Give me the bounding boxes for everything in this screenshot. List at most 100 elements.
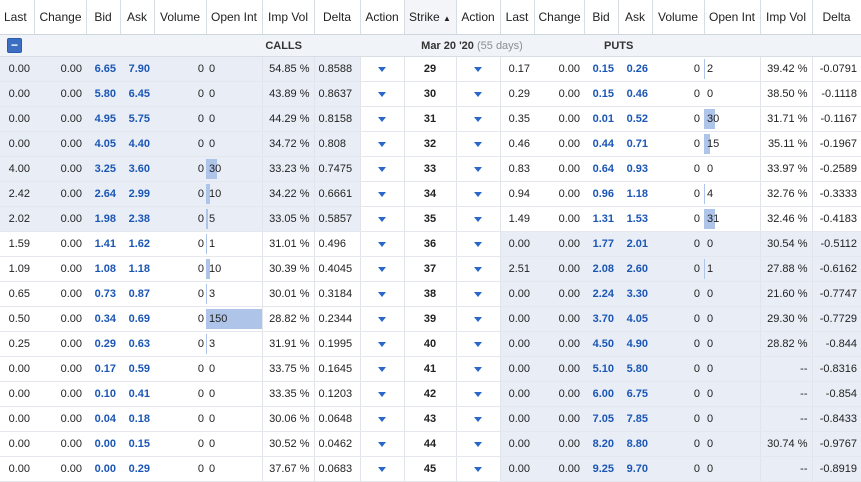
call-ask[interactable]: 0.41 <box>120 382 154 407</box>
put-ask[interactable]: 0.26 <box>618 57 652 82</box>
col-header-call-bid[interactable]: Bid <box>86 0 120 35</box>
caret-down-icon[interactable] <box>378 342 386 347</box>
call-ask[interactable]: 0.29 <box>120 457 154 482</box>
caret-down-icon[interactable] <box>474 192 482 197</box>
caret-down-icon[interactable] <box>474 367 482 372</box>
call-bid[interactable]: 3.25 <box>86 157 120 182</box>
call-bid[interactable]: 1.08 <box>86 257 120 282</box>
put-bid[interactable]: 3.70 <box>584 307 618 332</box>
put-action-menu[interactable] <box>456 432 500 457</box>
put-ask[interactable]: 4.05 <box>618 307 652 332</box>
call-bid[interactable]: 4.05 <box>86 132 120 157</box>
call-bid[interactable]: 2.64 <box>86 182 120 207</box>
call-ask[interactable]: 0.15 <box>120 432 154 457</box>
caret-down-icon[interactable] <box>378 467 386 472</box>
caret-down-icon[interactable] <box>474 417 482 422</box>
caret-down-icon[interactable] <box>378 167 386 172</box>
call-bid[interactable]: 1.98 <box>86 207 120 232</box>
put-action-menu[interactable] <box>456 82 500 107</box>
call-ask[interactable]: 2.99 <box>120 182 154 207</box>
call-action-menu[interactable] <box>360 307 404 332</box>
caret-down-icon[interactable] <box>474 392 482 397</box>
call-action-menu[interactable] <box>360 132 404 157</box>
call-action-menu[interactable] <box>360 207 404 232</box>
call-ask[interactable]: 0.69 <box>120 307 154 332</box>
caret-down-icon[interactable] <box>474 167 482 172</box>
col-header-call-action[interactable]: Action <box>360 0 404 35</box>
call-bid[interactable]: 0.00 <box>86 432 120 457</box>
put-action-menu[interactable] <box>456 57 500 82</box>
col-header-call-last[interactable]: Last <box>0 0 34 35</box>
put-ask[interactable]: 1.18 <box>618 182 652 207</box>
call-ask[interactable]: 1.62 <box>120 232 154 257</box>
put-bid[interactable]: 9.25 <box>584 457 618 482</box>
caret-down-icon[interactable] <box>378 292 386 297</box>
caret-down-icon[interactable] <box>474 292 482 297</box>
put-action-menu[interactable] <box>456 282 500 307</box>
col-header-put-open-int[interactable]: Open Int <box>704 0 760 35</box>
call-ask[interactable]: 6.45 <box>120 82 154 107</box>
call-action-menu[interactable] <box>360 157 404 182</box>
call-action-menu[interactable] <box>360 332 404 357</box>
col-header-put-delta[interactable]: Delta <box>812 0 861 35</box>
call-bid[interactable]: 1.41 <box>86 232 120 257</box>
col-header-put-volume[interactable]: Volume <box>652 0 704 35</box>
caret-down-icon[interactable] <box>378 392 386 397</box>
put-bid[interactable]: 8.20 <box>584 432 618 457</box>
put-bid[interactable]: 5.10 <box>584 357 618 382</box>
put-action-menu[interactable] <box>456 307 500 332</box>
caret-down-icon[interactable] <box>378 67 386 72</box>
caret-down-icon[interactable] <box>474 217 482 222</box>
put-action-menu[interactable] <box>456 407 500 432</box>
call-ask[interactable]: 4.40 <box>120 132 154 157</box>
col-header-put-last[interactable]: Last <box>500 0 534 35</box>
put-action-menu[interactable] <box>456 332 500 357</box>
call-action-menu[interactable] <box>360 382 404 407</box>
put-ask[interactable]: 4.90 <box>618 332 652 357</box>
col-header-put-ask[interactable]: Ask <box>618 0 652 35</box>
call-bid[interactable]: 0.04 <box>86 407 120 432</box>
put-ask[interactable]: 3.30 <box>618 282 652 307</box>
call-action-menu[interactable] <box>360 457 404 482</box>
caret-down-icon[interactable] <box>378 117 386 122</box>
col-header-call-delta[interactable]: Delta <box>314 0 360 35</box>
put-ask[interactable]: 8.80 <box>618 432 652 457</box>
put-bid[interactable]: 0.96 <box>584 182 618 207</box>
put-ask[interactable]: 0.71 <box>618 132 652 157</box>
call-action-menu[interactable] <box>360 107 404 132</box>
caret-down-icon[interactable] <box>378 267 386 272</box>
call-action-menu[interactable] <box>360 282 404 307</box>
caret-down-icon[interactable] <box>474 467 482 472</box>
col-header-put-imp-vol[interactable]: Imp Vol <box>760 0 812 35</box>
put-action-menu[interactable] <box>456 157 500 182</box>
put-ask[interactable]: 9.70 <box>618 457 652 482</box>
call-action-menu[interactable] <box>360 257 404 282</box>
put-ask[interactable]: 2.01 <box>618 232 652 257</box>
col-header-call-volume[interactable]: Volume <box>154 0 206 35</box>
call-ask[interactable]: 1.18 <box>120 257 154 282</box>
col-header-call-change[interactable]: Change <box>34 0 86 35</box>
caret-down-icon[interactable] <box>378 242 386 247</box>
put-ask[interactable]: 5.80 <box>618 357 652 382</box>
col-header-put-action[interactable]: Action <box>456 0 500 35</box>
put-action-menu[interactable] <box>456 207 500 232</box>
caret-down-icon[interactable] <box>378 142 386 147</box>
call-bid[interactable]: 0.10 <box>86 382 120 407</box>
put-bid[interactable]: 1.77 <box>584 232 618 257</box>
put-bid[interactable]: 1.31 <box>584 207 618 232</box>
col-header-put-bid[interactable]: Bid <box>584 0 618 35</box>
col-header-call-open-int[interactable]: Open Int <box>206 0 262 35</box>
call-ask[interactable]: 0.87 <box>120 282 154 307</box>
put-ask[interactable]: 6.75 <box>618 382 652 407</box>
call-action-menu[interactable] <box>360 82 404 107</box>
collapse-minus-icon[interactable]: − <box>7 38 22 53</box>
put-action-menu[interactable] <box>456 382 500 407</box>
put-bid[interactable]: 2.08 <box>584 257 618 282</box>
caret-down-icon[interactable] <box>474 67 482 72</box>
call-bid[interactable]: 0.29 <box>86 332 120 357</box>
caret-down-icon[interactable] <box>474 442 482 447</box>
caret-down-icon[interactable] <box>378 317 386 322</box>
put-ask[interactable]: 0.52 <box>618 107 652 132</box>
caret-down-icon[interactable] <box>378 92 386 97</box>
put-action-menu[interactable] <box>456 232 500 257</box>
